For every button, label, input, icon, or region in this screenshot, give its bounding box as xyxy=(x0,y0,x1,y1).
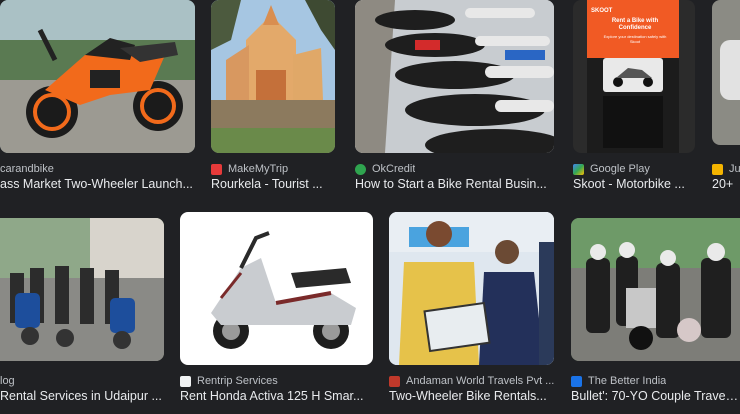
okcredit-icon xyxy=(355,163,366,175)
result-title[interactable]: ass Market Two-Wheeler Launch... xyxy=(0,177,195,192)
skoot-scooter-icon xyxy=(613,68,653,87)
google-play-icon xyxy=(573,163,584,175)
the-better-india-icon xyxy=(571,375,582,387)
award-ceremony-image xyxy=(389,212,554,365)
thumbnail-skoot-app[interactable]: SKOOT Rent a Bike with Confidence Explor… xyxy=(573,0,695,153)
motorcycle-riders-image xyxy=(571,218,740,361)
thumbnail-rourkela-temple[interactable] xyxy=(211,0,335,153)
makemytrip-icon xyxy=(211,163,222,175)
result-title[interactable]: How to Start a Bike Rental Busin... xyxy=(355,177,554,192)
image-result-couple-travel[interactable]: The Better India Bullet': 70-YO Couple T… xyxy=(571,218,740,414)
source-line: OkCredit xyxy=(355,162,415,176)
result-title[interactable]: Two-Wheeler Bike Rentals... xyxy=(389,389,554,404)
result-title[interactable]: 20+ xyxy=(712,177,740,192)
ju-icon xyxy=(712,163,723,175)
parked-scooters-image xyxy=(355,0,554,153)
honda-activa-image xyxy=(181,213,372,364)
result-title[interactable]: Rent Honda Activa 125 H Smar... xyxy=(180,389,373,404)
source-line: The Better India xyxy=(571,374,666,388)
image-result-rourkela-temple[interactable]: MakeMyTrip Rourkela - Tourist ... xyxy=(211,0,335,196)
andaman-icon xyxy=(389,375,400,387)
source-line: log xyxy=(0,374,15,388)
thumbnail-ktm-bike[interactable] xyxy=(0,0,195,153)
bike-riders-group-image xyxy=(0,218,164,361)
source-line: Andaman World Travels Pvt ... xyxy=(389,374,554,388)
source-name: Ju xyxy=(729,163,740,175)
source-line: Google Play xyxy=(573,162,650,176)
skoot-brand: SKOOT xyxy=(591,8,613,14)
source-name: The Better India xyxy=(588,375,667,387)
skoot-menu-list xyxy=(603,96,663,148)
white-car-image xyxy=(720,40,740,100)
image-result-ktm-bike[interactable]: carandbike ass Market Two-Wheeler Launch… xyxy=(0,0,195,196)
source-name: OkCredit xyxy=(372,163,416,175)
image-result-skoot-app[interactable]: SKOOT Rent a Bike with Confidence Explor… xyxy=(573,0,695,196)
image-result-udaipur-rentals[interactable]: log Rental Services in Udaipur ... xyxy=(0,218,164,414)
thumbnail-honda-activa[interactable] xyxy=(180,212,373,365)
image-result-partial-right[interactable]: Ju 20+ xyxy=(712,0,740,196)
thumbnail-partial-right[interactable] xyxy=(712,0,740,145)
source-name: log xyxy=(0,375,15,387)
source-line: Rentrip Services xyxy=(180,374,278,388)
temple-image xyxy=(211,0,335,153)
thumbnail-riders[interactable] xyxy=(571,218,740,361)
skoot-subline: Explore your destination safely with Sko… xyxy=(603,34,667,44)
thumbnail-parked-scooters[interactable] xyxy=(355,0,554,153)
thumbnail-andaman-award[interactable] xyxy=(389,212,554,365)
source-name: Rentrip Services xyxy=(197,375,278,387)
image-result-andaman-rentals[interactable]: Andaman World Travels Pvt ... Two-Wheele… xyxy=(389,212,554,414)
skoot-headline: Rent a Bike with Confidence xyxy=(611,18,659,31)
thumbnail-udaipur-rentals[interactable] xyxy=(0,218,164,361)
image-result-honda-activa[interactable]: Rentrip Services Rent Honda Activa 125 H… xyxy=(180,212,373,414)
image-result-bike-rental-business[interactable]: OkCredit How to Start a Bike Rental Busi… xyxy=(355,0,554,196)
rentrip-icon xyxy=(180,375,191,387)
result-title[interactable]: Rourkela - Tourist ... xyxy=(211,177,335,192)
source-name: Google Play xyxy=(590,163,650,175)
source-name: Andaman World Travels Pvt ... xyxy=(406,375,555,387)
source-line: Ju xyxy=(712,162,740,176)
ktm-motorcycle-image xyxy=(0,0,195,153)
result-title[interactable]: Rental Services in Udaipur ... xyxy=(0,389,164,404)
source-line: carandbike xyxy=(0,162,54,176)
result-title[interactable]: Skoot - Motorbike ... xyxy=(573,177,695,192)
result-title[interactable]: Bullet': 70-YO Couple Travel ... xyxy=(571,389,740,404)
image-results-grid: carandbike ass Market Two-Wheeler Launch… xyxy=(0,0,740,414)
source-name: carandbike xyxy=(0,163,54,175)
source-name: MakeMyTrip xyxy=(228,163,289,175)
source-line: MakeMyTrip xyxy=(211,162,288,176)
